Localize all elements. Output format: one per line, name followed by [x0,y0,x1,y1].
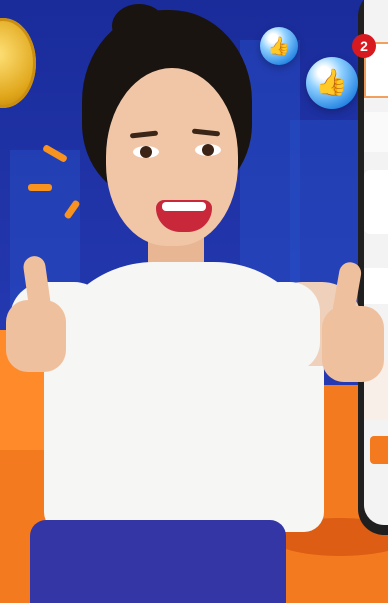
like-bubble-icon: 👍 [306,57,358,109]
thumbs-up-hand-right [322,306,384,382]
person-eye [195,144,221,156]
phone-card [364,170,388,234]
like-bubble-icon: 👍 [260,27,298,65]
person-eye [133,146,159,158]
phone-row [364,268,388,304]
promo-banner: 👍 👍 2 [0,0,388,603]
person-skirt [30,520,286,603]
phone-action-button[interactable] [370,436,388,464]
notification-badge: 2 [352,34,376,58]
person-right-sleeve [250,282,320,372]
phone-row [364,112,388,152]
person-hair-bun [112,4,166,48]
sparkle-icon [28,184,52,191]
